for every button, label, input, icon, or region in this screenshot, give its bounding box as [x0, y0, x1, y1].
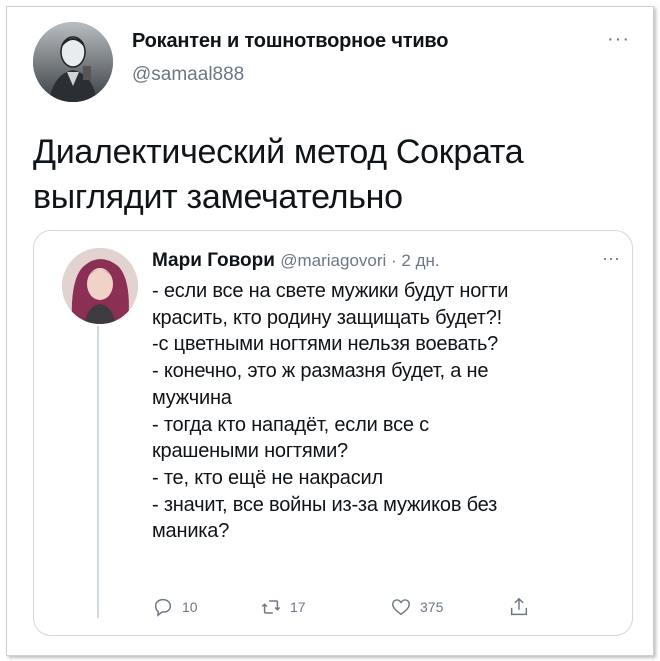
thread-line: [97, 326, 99, 618]
quote-author-name[interactable]: Мари Говори: [152, 250, 275, 271]
heart-icon: [392, 599, 410, 616]
reply-icon: [154, 598, 172, 617]
quote-text-line: - тогда кто нападёт, если все с: [152, 413, 429, 436]
author-avatar[interactable]: [33, 22, 113, 102]
like-count: 375: [420, 599, 444, 615]
reply-count: 10: [182, 599, 198, 615]
quote-text-line: - значит, все войны из-за мужиков без: [152, 493, 498, 516]
quote-author-handle[interactable]: @mariagovori: [280, 251, 386, 270]
retweet-icon: [261, 600, 281, 614]
share-icon: [510, 597, 528, 616]
author-name[interactable]: Рокантен и тошнотворное чтиво: [132, 30, 448, 53]
quote-text-line: -с цветными ногтями нельзя воевать?: [152, 333, 499, 356]
quote-text-line: крашеными ногтями?: [152, 440, 348, 463]
tweet-text-line: Диалектический метод Сократа: [33, 133, 524, 171]
quote-separator: ·: [386, 251, 402, 270]
quote-time[interactable]: 2 дн.: [401, 251, 439, 270]
reply-button[interactable]: 10: [152, 596, 198, 618]
quote-text-line: - те, кто ещё не накрасил: [152, 466, 383, 489]
like-button[interactable]: 375: [390, 596, 443, 618]
quote-header: Мари Говори @mariagovori · 2 дн.: [152, 250, 440, 272]
quote-text: - если все на свете мужики будут ногти к…: [152, 278, 622, 545]
quote-text-line: мужчина: [152, 386, 232, 409]
quote-more-dots-icon[interactable]: ···: [602, 248, 620, 269]
retweet-button[interactable]: 17: [260, 596, 306, 618]
share-button[interactable]: [508, 596, 530, 618]
quote-text-line: красить, кто родину защищать будет?!: [152, 306, 503, 329]
tweet-text: Диалектический метод Сократа выглядит за…: [33, 130, 633, 220]
tweet-text-line: выглядит замечательно: [33, 178, 403, 216]
quote-text-line: - конечно, это ж размазня будет, а не: [152, 360, 489, 383]
more-dots-icon[interactable]: ···: [607, 28, 630, 51]
retweet-count: 17: [290, 599, 306, 615]
quote-text-line: маника?: [152, 520, 230, 543]
author-handle[interactable]: @samaal888: [132, 64, 244, 86]
quote-author-avatar[interactable]: [62, 248, 138, 324]
quote-text-line: - если все на свете мужики будут ногти: [152, 280, 509, 302]
action-bar: 10 17 375: [152, 596, 552, 622]
